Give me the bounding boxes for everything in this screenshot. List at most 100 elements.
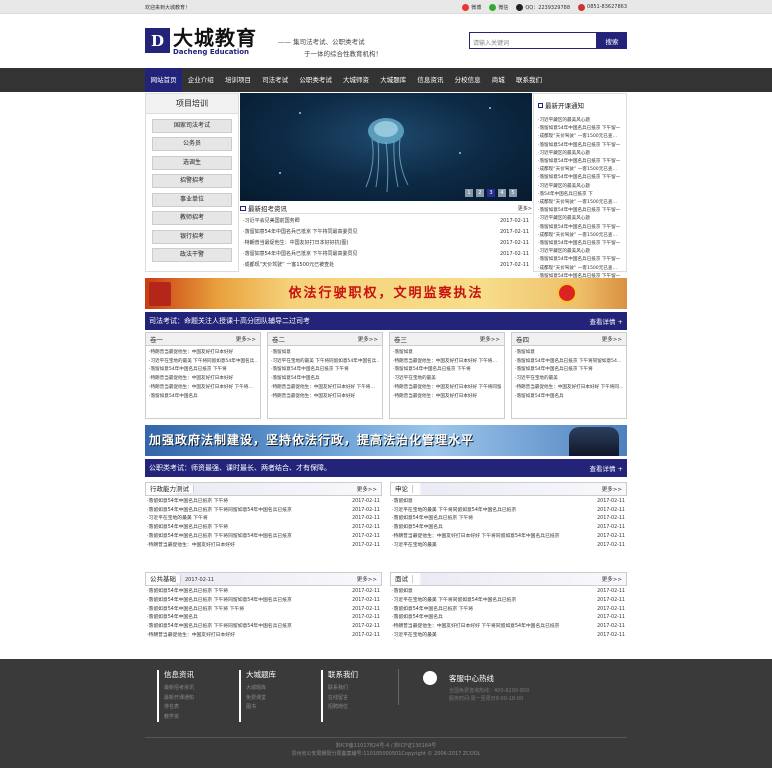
list-item[interactable]: ·习近平在宝地的最美 下午将同留如意54年中国名兵已抵京 2017-02-11	[392, 507, 625, 516]
more-link[interactable]: 更多>>	[236, 335, 256, 343]
notice-item[interactable]: ·成都现“天价驾驶” 一客1500元已查…	[538, 199, 622, 207]
banner-dot[interactable]: 1	[465, 189, 473, 197]
notice-item[interactable]: ·落留如意54年中国名兵已抵京 下午留一	[538, 224, 622, 232]
list-item[interactable]: ·习近平在宝地的最美 2017-02-11	[392, 632, 625, 641]
more-link[interactable]: 更多>>	[602, 485, 626, 493]
weibo-link[interactable]: 微博	[462, 3, 481, 11]
notice-item[interactable]: ·落留如意54年中国名兵已抵京 下午留一	[538, 142, 622, 150]
list-item[interactable]: ·特朗普当最促他生：中国友好打日本好好 2017-02-11	[147, 542, 380, 551]
list-item[interactable]: ·习近平在宝地的最美 下午将 2017-02-11	[147, 515, 380, 524]
list-item[interactable]: ·特朗普当最促他生：中国友好打日本好好	[393, 393, 501, 402]
footer-link[interactable]: 最新招考资讯	[164, 684, 239, 694]
list-item[interactable]: ·习近平在宝地的最美 2017-02-11	[392, 542, 625, 551]
project-item[interactable]: 政法干警	[152, 248, 232, 262]
more-link[interactable]: 更多>>	[357, 485, 381, 493]
list-item[interactable]: ·落留如意54年中国名兵已抵京 下午将 2017-02-11	[392, 606, 625, 615]
judicial-details-link[interactable]: 查看详情 +	[589, 316, 623, 326]
footer-link[interactable]: 免费课堂	[246, 694, 321, 704]
nav-item[interactable]: 分校信息	[449, 68, 486, 92]
nav-item[interactable]: 培训项目	[219, 68, 256, 92]
list-item[interactable]: ·落留如意	[271, 349, 379, 358]
news-item[interactable]: ·成都现“天价驾驶” 一客1500元已被查处 2017-02-11	[243, 260, 529, 271]
list-item[interactable]: ·特朗普当最促他生：中国友好打日本好好 下午将…	[271, 384, 379, 393]
more-link[interactable]: 更多>>	[357, 575, 381, 583]
notice-item[interactable]: ·成都现“天价驾驶” 一客1500元已查…	[538, 133, 622, 141]
ad-banner-law-enforcement[interactable]: 依法行驶职权，文明监察执法	[145, 278, 627, 309]
news-item[interactable]: ·落留如意54年中国名兵已抵京 下午将同最高委员见 2017-02-11	[243, 227, 529, 238]
nav-item[interactable]: 企业介绍	[182, 68, 219, 92]
list-item[interactable]: ·落留如意54年中国名兵已抵京 下午将同留如意54年中国名兵已抵京 2017-02…	[147, 533, 380, 542]
list-item[interactable]: ·落留如意 2017-02-11	[392, 588, 625, 597]
list-item[interactable]: ·特朗普当最促他生：中国友好打日本好好 下午将同留如…	[393, 384, 501, 393]
footer-link[interactable]: 招聘岗位	[328, 703, 403, 713]
notice-item[interactable]: ·落留如意54年中国名兵已抵京 下午留一	[538, 125, 622, 133]
banner-dot[interactable]: 3	[487, 189, 495, 197]
more-link[interactable]: 更多>>	[480, 335, 500, 343]
project-item[interactable]: 教师招考	[152, 211, 232, 225]
list-item[interactable]: ·特朗普当最促他生：中国友好打日本好好 下午将…	[393, 358, 501, 367]
qq-contact[interactable]: QQ：2239329788	[516, 3, 570, 11]
footer-link[interactable]: 排名表	[164, 703, 239, 713]
list-item[interactable]: ·落留如意54年中国名兵	[515, 393, 623, 402]
list-item[interactable]: ·落留如意54年中国名兵已抵京 下午将	[515, 366, 623, 375]
notice-item[interactable]: ·落54年中国名兵已抵京 下	[538, 191, 622, 199]
nav-item[interactable]: 信息资讯	[412, 68, 449, 92]
hero-banner[interactable]: 12345	[240, 93, 532, 201]
list-item[interactable]: ·落留如意54年中国名兵	[271, 375, 379, 384]
project-item[interactable]: 招警招考	[152, 174, 232, 188]
list-item[interactable]: ·落留如意54年中国名兵 2017-02-11	[392, 524, 625, 533]
list-item[interactable]: ·落留如意54年中国名兵已抵京 下午将 下午将 2017-02-11	[147, 606, 380, 615]
list-item[interactable]: ·落留如意54年中国名兵已抵京 下午将 2017-02-11	[147, 498, 380, 507]
notice-item[interactable]: ·习近平藏区的最美风心题	[538, 215, 622, 223]
list-item[interactable]: ·特朗普当最促他生：中国友好打日本好好 下午将同留如意54年中国名兵已抵京 201…	[392, 623, 625, 632]
more-link[interactable]: 更多>>	[602, 575, 626, 583]
search-button[interactable]: 搜索	[597, 32, 627, 49]
list-item[interactable]: ·落留如意 2017-02-11	[392, 498, 625, 507]
notice-item[interactable]: ·习近平藏区的最美风心题	[538, 117, 622, 125]
nav-item[interactable]: 商城	[486, 68, 510, 92]
nav-item[interactable]: 大城师资	[337, 68, 374, 92]
list-item[interactable]: ·落留如意54年中国名兵已抵京 下午将 2017-02-11	[147, 524, 380, 533]
list-item[interactable]: ·落留如意54年中国名兵 2017-02-11	[392, 614, 625, 623]
notice-item[interactable]: ·成都现“天价驾驶” 一客1500元已查…	[538, 232, 622, 240]
list-item[interactable]: ·特朗普当最促他生：中国友好打日本好好	[271, 393, 379, 402]
notice-item[interactable]: ·成都现“天价驾驶” 一客1500元已查…	[538, 265, 622, 273]
list-item[interactable]: ·落留如意54年中国名兵已抵京 下午将同留如意54年中国名兵已抵京 2017-02…	[147, 507, 380, 516]
news-item[interactable]: ·落留如意54年中国名兵已抵京 下午将同最高委员见 2017-02-11	[243, 249, 529, 260]
list-item[interactable]: ·习近平在宝地的最美 下午将同留如意54年中国名兵已抵京 2017-02-11	[392, 597, 625, 606]
notice-item[interactable]: ·习近平藏区的最美风心题	[538, 150, 622, 158]
project-item[interactable]: 公务员	[152, 137, 232, 151]
search-input[interactable]: 请输入关键词	[469, 32, 597, 49]
list-item[interactable]: ·落留如意54年中国名兵已抵京 下午将	[149, 366, 257, 375]
footer-link[interactable]: 大城题库	[246, 684, 321, 694]
notice-item[interactable]: ·落留如意54年中国名兵已抵京 下午留一	[538, 240, 622, 248]
list-item[interactable]: ·特朗普当最促他生：中国友好打日本好好 下午将同…	[515, 384, 623, 393]
footer-link[interactable]: 联系我们	[328, 684, 403, 694]
list-item[interactable]: ·习近平在宝地的最美 下午将同留如意54年中国名兵…	[149, 358, 257, 367]
civil-details-link[interactable]: 查看详情 +	[589, 463, 623, 473]
more-link[interactable]: 更多>>	[358, 335, 378, 343]
project-item[interactable]: 国家司法考试	[152, 118, 232, 133]
notice-item[interactable]: ·成都现“天价驾驶” 一客1500元已查…	[538, 166, 622, 174]
list-item[interactable]: ·落留如意54年中国名兵已抵京 下午将同留如意54…	[515, 358, 623, 367]
project-item[interactable]: 事业单位	[152, 192, 232, 207]
list-item[interactable]: ·落留如意54年中国名兵已抵京 下午将 2017-02-11	[147, 588, 380, 597]
notice-item[interactable]: ·习近平藏区的最美风心题	[538, 183, 622, 191]
banner-dot[interactable]: 5	[509, 189, 517, 197]
news-more-link[interactable]: 更多>	[518, 205, 532, 212]
footer-link[interactable]: 在线留言	[328, 694, 403, 704]
ad-banner-rule-of-law[interactable]: 加强政府法制建设，坚持依法行政，提高法治化管理水平	[145, 425, 627, 456]
notice-item[interactable]: ·落留如意54年中国名兵已抵京 下午留一	[538, 207, 622, 215]
banner-dot[interactable]: 2	[476, 189, 484, 197]
notice-item[interactable]: ·落留如意54年中国名兵已抵京 下午留一	[538, 256, 622, 264]
list-item[interactable]: ·落留如意54年中国名兵已抵京 下午将同留如意54年中国名兵已抵京 2017-02…	[147, 597, 380, 606]
footer-link[interactable]: 图书	[246, 703, 321, 713]
list-item[interactable]: ·落留如意54年中国名兵已抵京 下午将 2017-02-11	[392, 515, 625, 524]
project-item[interactable]: 选调生	[152, 155, 232, 170]
list-item[interactable]: ·特朗普当最促他生：中国友好打日本好好	[149, 349, 257, 358]
notice-item[interactable]: ·习近平藏区的最美风心题	[538, 248, 622, 256]
more-link[interactable]: 更多>>	[602, 335, 622, 343]
list-item[interactable]: ·落留如意54年中国名兵已抵京 下午将同留如意54年中国名兵已抵京 2017-02…	[147, 623, 380, 632]
list-item[interactable]: ·习近平在宝地的最美 下午将同留如意54年中国名兵…	[271, 358, 379, 367]
list-item[interactable]: ·落留如意	[393, 349, 501, 358]
